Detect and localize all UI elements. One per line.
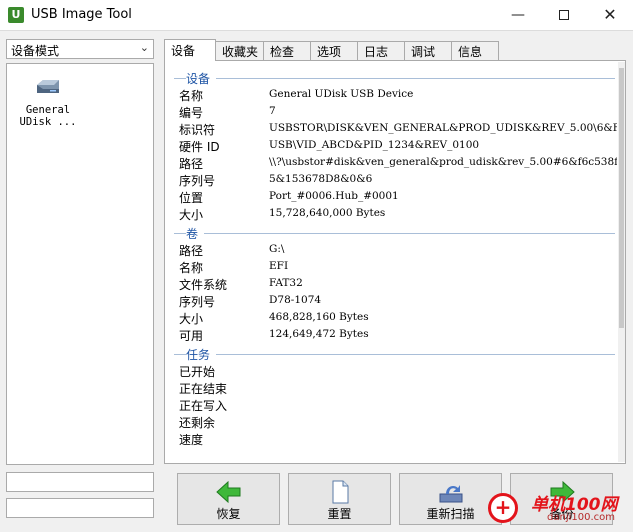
detail-value: General UDisk USB Device xyxy=(269,88,414,100)
detail-value: \\?\usbstor#disk&ven_general&prod_udisk&… xyxy=(269,156,617,168)
detail-key: 序列号 xyxy=(179,295,216,309)
detail-row: 速度 xyxy=(170,430,617,447)
detail-value: G:\ xyxy=(269,243,285,255)
tab-check[interactable]: 检查 xyxy=(263,41,311,60)
detail-key: 还剩余 xyxy=(179,416,216,430)
detail-row: 名称 EFI xyxy=(170,258,617,275)
reset-button[interactable]: 重置 xyxy=(288,473,391,525)
device-name-line2: UDisk ... xyxy=(19,116,77,128)
maximize-icon xyxy=(559,10,569,20)
mode-select-value: 设备模式 xyxy=(11,44,60,58)
tab-log[interactable]: 日志 xyxy=(357,41,405,60)
status-field-2 xyxy=(6,498,154,518)
group-volume: 卷 xyxy=(170,224,617,242)
detail-value: FAT32 xyxy=(269,277,303,289)
detail-row: 编号 7 xyxy=(170,103,617,120)
group-title: 设备 xyxy=(186,70,217,87)
tab-info[interactable]: 信息 xyxy=(451,41,499,60)
restore-button-label: 恢复 xyxy=(216,507,241,521)
scrollbar-thumb[interactable] xyxy=(619,68,624,328)
tab-device[interactable]: 设备 xyxy=(164,39,216,61)
detail-key: 已开始 xyxy=(179,365,216,379)
detail-value: USB\VID_ABCD&PID_1234&REV_0100 xyxy=(269,139,480,151)
detail-row: 大小 15,728,640,000 Bytes xyxy=(170,205,617,222)
detail-row: 标识符 USBSTOR\DISK&VEN_GENERAL&PROD_UDISK&R… xyxy=(170,120,617,137)
title-bar: U USB Image Tool — ✕ xyxy=(0,0,633,31)
window-title: USB Image Tool xyxy=(31,7,132,22)
detail-row: 位置 Port_#0006.Hub_#0001 xyxy=(170,188,617,205)
group-divider xyxy=(174,354,615,355)
detail-key: 编号 xyxy=(179,106,204,120)
device-list[interactable]: General UDisk ... xyxy=(6,63,154,465)
document-icon xyxy=(332,480,348,504)
tab-options[interactable]: 选项 xyxy=(310,41,358,60)
detail-key: 标识符 xyxy=(179,123,216,137)
watermark-url: danji100.com xyxy=(547,512,615,523)
group-divider xyxy=(174,78,615,79)
mode-select[interactable]: 设备模式 ⌄ xyxy=(6,39,154,59)
detail-row: 序列号 D78-1074 xyxy=(170,292,617,309)
detail-key: 正在结束 xyxy=(179,382,228,396)
detail-key: 大小 xyxy=(179,312,204,326)
detail-key: 速度 xyxy=(179,433,204,447)
detail-row: 路径 G:\ xyxy=(170,241,617,258)
detail-value: USBSTOR\DISK&VEN_GENERAL&PROD_UDISK&REV_… xyxy=(269,122,617,134)
detail-row: 正在结束 xyxy=(170,379,617,396)
plus-icon: + xyxy=(488,493,518,523)
watermark: + 单机100网 danji100.com xyxy=(485,488,633,532)
minimize-button[interactable]: — xyxy=(495,0,541,31)
details-content: 设备 名称 General UDisk USB Device 编号 7 标识符 USB… xyxy=(170,67,617,459)
detail-value: 468,828,160 Bytes xyxy=(269,311,369,323)
tab-debug[interactable]: 调试 xyxy=(404,41,452,60)
detail-key: 名称 xyxy=(179,261,204,275)
detail-row: 路径 \\?\usbstor#disk&ven_general&prod_udis… xyxy=(170,154,617,171)
detail-value: D78-1074 xyxy=(269,294,322,306)
device-item[interactable]: General UDisk ... xyxy=(18,79,78,128)
detail-key: 路径 xyxy=(179,157,204,171)
chevron-down-icon: ⌄ xyxy=(139,41,149,54)
detail-row: 还剩余 xyxy=(170,413,617,430)
detail-row: 已开始 xyxy=(170,362,617,379)
scrollbar[interactable] xyxy=(618,62,625,462)
detail-value: 5&153678D8&0&6 xyxy=(269,173,373,185)
detail-value: 124,649,472 Bytes xyxy=(269,328,369,340)
detail-key: 可用 xyxy=(179,329,204,343)
maximize-button[interactable] xyxy=(541,0,587,31)
detail-key: 硬件 ID xyxy=(179,140,220,154)
detail-row: 大小 468,828,160 Bytes xyxy=(170,309,617,326)
detail-value: 7 xyxy=(269,105,276,117)
status-field-1 xyxy=(6,472,154,492)
app-icon: U xyxy=(8,7,24,23)
detail-row: 可用 124,649,472 Bytes xyxy=(170,326,617,343)
group-title: 任务 xyxy=(186,346,217,363)
detail-row: 文件系统 FAT32 xyxy=(170,275,617,292)
arrow-left-icon xyxy=(215,480,240,504)
restore-button[interactable]: 恢复 xyxy=(177,473,280,525)
group-task: 任务 xyxy=(170,345,617,363)
detail-key: 路径 xyxy=(179,244,204,258)
group-title: 卷 xyxy=(186,225,205,242)
detail-row: 正在写入 xyxy=(170,396,617,413)
close-button[interactable]: ✕ xyxy=(587,0,633,31)
refresh-icon xyxy=(439,485,462,503)
reset-button-label: 重置 xyxy=(327,507,352,521)
group-device: 设备 xyxy=(170,69,617,87)
tab-favorites[interactable]: 收藏夹 xyxy=(215,41,264,60)
detail-key: 名称 xyxy=(179,89,204,103)
detail-key: 正在写入 xyxy=(179,399,228,413)
detail-row: 名称 General UDisk USB Device xyxy=(170,86,617,103)
detail-row: 序列号 5&153678D8&0&6 xyxy=(170,171,617,188)
detail-key: 文件系统 xyxy=(179,278,228,292)
detail-value: EFI xyxy=(269,260,289,272)
detail-value: Port_#0006.Hub_#0001 xyxy=(269,190,399,202)
detail-key: 序列号 xyxy=(179,174,216,188)
device-details-panel: 设备 名称 General UDisk USB Device 编号 7 标识符 USB… xyxy=(164,60,626,464)
device-name-line1: General xyxy=(25,104,71,116)
detail-key: 位置 xyxy=(179,191,204,205)
usb-drive-icon xyxy=(37,80,59,93)
detail-row: 硬件 ID USB\VID_ABCD&PID_1234&REV_0100 xyxy=(170,137,617,154)
detail-value: 15,728,640,000 Bytes xyxy=(269,207,386,219)
detail-key: 大小 xyxy=(179,208,204,222)
group-divider xyxy=(174,233,615,234)
